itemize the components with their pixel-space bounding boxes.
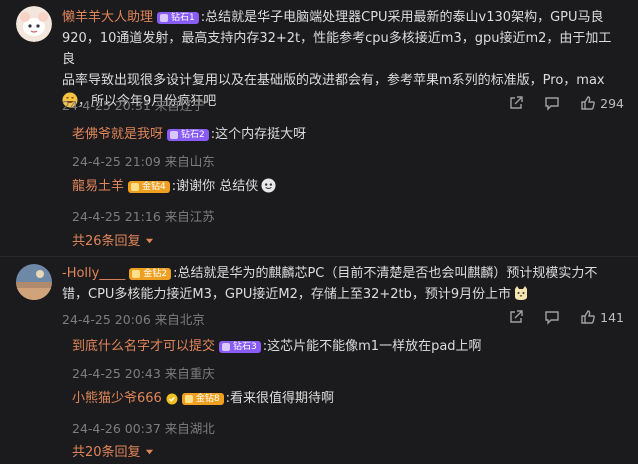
chevron-down-icon xyxy=(145,445,154,460)
comment-meta: 24-4-25 20:06 来自北京 xyxy=(62,312,205,327)
reply-text: :看来很值得期待啊 xyxy=(225,391,334,406)
divider xyxy=(0,256,638,257)
reply-item: 小熊猫少爷666 金钻8:看来很值得期待啊 24-4-26 00:37 来自湖北 xyxy=(72,388,624,437)
comment-text: 920，10通道发射，最高支持内存32+2t，性能参考cpu多核接近m3，gpu… xyxy=(62,31,612,67)
like-icon xyxy=(580,309,596,325)
like-count: 141 xyxy=(600,309,624,325)
level-badge: 金钻4 xyxy=(128,181,170,193)
comment-text: 品率导致出现很多设计复用以及在基础版的改进都会有，参考苹果m系列的标准版，Pro… xyxy=(62,73,605,88)
reply-text: :这芯片能不能像m1一样放在pad上啊 xyxy=(262,339,482,354)
chevron-down-icon xyxy=(145,234,154,249)
view-more-replies-button[interactable]: 共20条回复 xyxy=(72,441,154,460)
reply-item: 老佛爷就是我呀 钻石2:这个内存挺大呀 24-4-25 21:09 来自山东 xyxy=(72,124,624,170)
cat-emoji-icon xyxy=(513,285,529,308)
like-button[interactable]: 294 xyxy=(580,95,624,111)
comment-section: 懒羊羊大人助理 钻石1:总结就是华子电脑端处理器CPU采用最新的泰山v130架构，… xyxy=(0,0,638,464)
reply-text: :这个内存挺大呀 xyxy=(210,127,307,142)
comment-icon[interactable] xyxy=(544,95,560,111)
reply-meta: 24-4-25 21:09 来自山东 xyxy=(72,154,215,169)
comment-text-line: 错，CPU多核能力接近M3，GPU接近M2，存储上至32+2tb，预计9月份上市 xyxy=(62,284,624,308)
share-icon[interactable] xyxy=(508,95,524,111)
gem-icon xyxy=(132,270,141,278)
reply-username[interactable]: 到底什么名字才可以提交 xyxy=(72,339,215,354)
level-badge: 金钻8 xyxy=(181,393,224,405)
diamond-icon xyxy=(170,131,179,139)
comment-meta: 24-4-25 20:31 来自辽宁 xyxy=(62,98,205,113)
like-button[interactable]: 141 xyxy=(580,309,624,325)
level-badge: 金钻2 xyxy=(129,268,172,280)
gem-icon xyxy=(184,395,193,403)
reply-meta: 24-4-26 00:37 来自湖北 xyxy=(72,421,215,436)
username[interactable]: 懒羊羊大人助理 xyxy=(62,10,153,25)
comment-actions: 294 xyxy=(508,95,624,111)
comment-meta-row: 24-4-25 20:31 来自辽宁 294 xyxy=(62,95,624,115)
comment-meta-row: 24-4-25 20:06 来自北京 141 xyxy=(62,309,624,329)
like-icon xyxy=(580,95,596,111)
level-badge: 钻石2 xyxy=(167,129,209,141)
diamond-icon xyxy=(222,343,231,351)
username[interactable]: -Holly____ xyxy=(62,266,125,281)
verified-icon xyxy=(166,391,178,412)
diamond-icon xyxy=(160,14,169,22)
reply-username[interactable]: 龍易土羊 xyxy=(72,179,124,194)
reply-item: 到底什么名字才可以提交 钻石3:这芯片能不能像m1一样放在pad上啊 24-4-2… xyxy=(72,336,624,382)
like-count: 294 xyxy=(600,95,624,111)
reply-item: 龍易土羊 金钻4:谢谢你 总结侠 24-4-25 21:16 来自江苏 xyxy=(72,176,624,225)
smile-emoji-icon xyxy=(261,178,276,200)
level-badge: 钻石1 xyxy=(157,12,199,24)
reply-text: :谢谢你 总结侠 xyxy=(171,179,259,194)
reply-meta: 24-4-25 20:43 来自重庆 xyxy=(72,366,215,381)
avatar[interactable] xyxy=(16,6,52,42)
level-badge: 钻石3 xyxy=(219,341,261,353)
reply-username[interactable]: 老佛爷就是我呀 xyxy=(72,127,163,142)
comment-actions: 141 xyxy=(508,309,624,325)
comment-icon[interactable] xyxy=(544,309,560,325)
comment-text: :总结就是华为的麒麟芯PC（目前不清楚是否也会叫麒麟）预计规模实力不 xyxy=(173,266,598,281)
avatar[interactable] xyxy=(16,264,52,300)
comment-text-line: -Holly____ 金钻2:总结就是华为的麒麟芯PC（目前不清楚是否也会叫麒麟）… xyxy=(62,263,624,284)
reply-username[interactable]: 小熊猫少爷666 xyxy=(72,391,162,406)
comment-text-line: 懒羊羊大人助理 钻石1:总结就是华子电脑端处理器CPU采用最新的泰山v130架构，… xyxy=(62,7,624,28)
share-icon[interactable] xyxy=(508,309,524,325)
gem-icon xyxy=(131,183,140,191)
comment-text: :总结就是华子电脑端处理器CPU采用最新的泰山v130架构，GPU马良 xyxy=(200,10,604,25)
view-more-replies-button[interactable]: 共26条回复 xyxy=(72,230,154,249)
reply-meta: 24-4-25 21:16 来自江苏 xyxy=(72,209,215,224)
